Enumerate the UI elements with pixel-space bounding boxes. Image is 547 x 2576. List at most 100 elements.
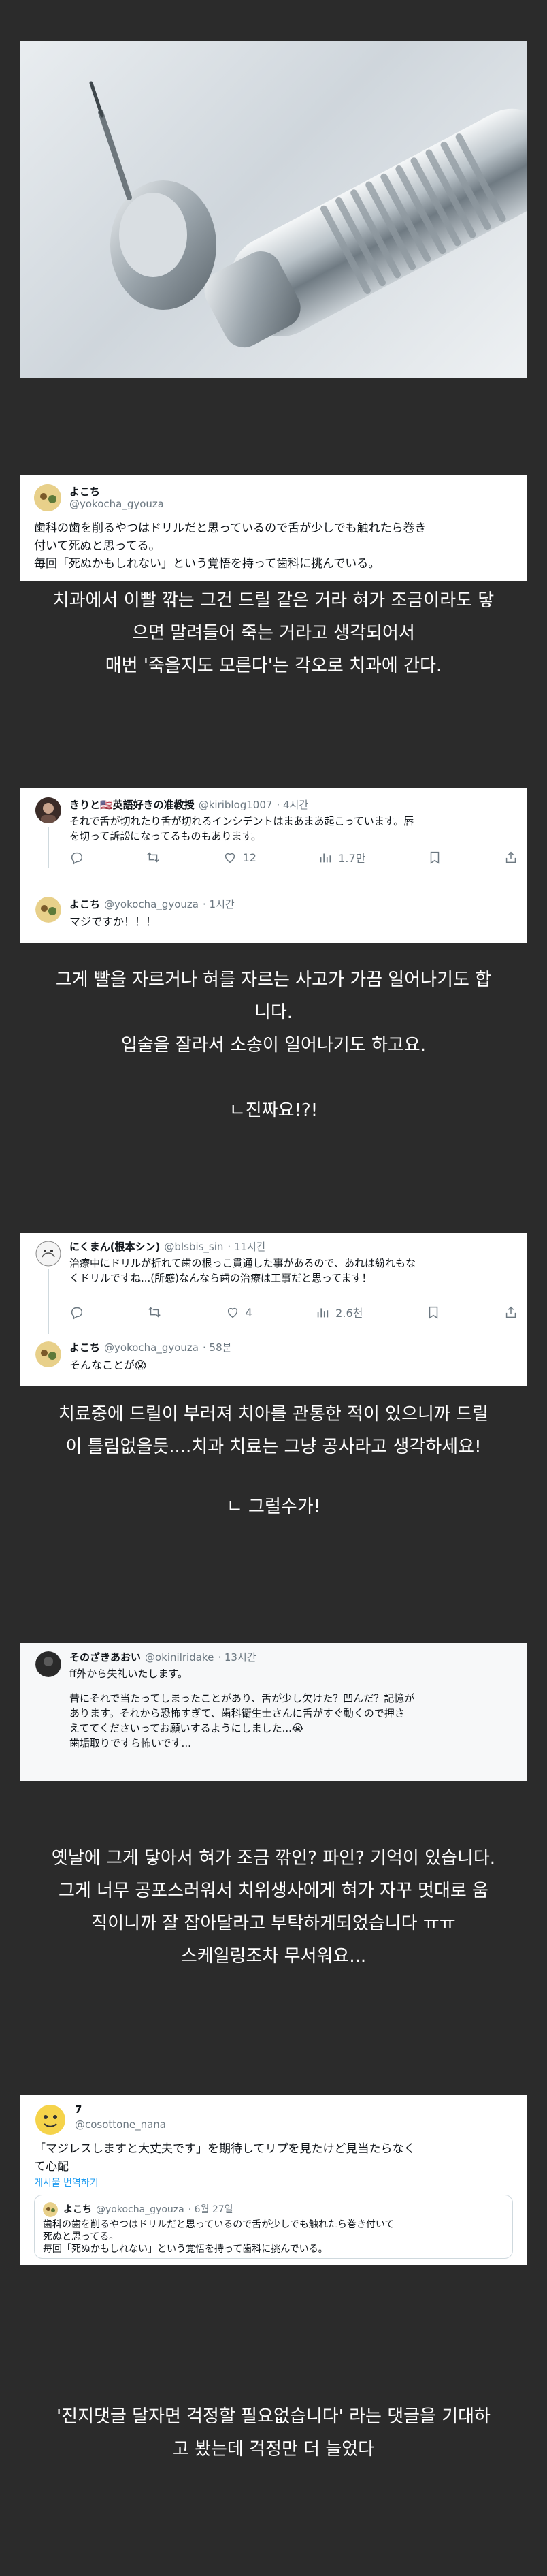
tweet-timestamp: · 11시간 (227, 1241, 266, 1253)
avatar-portrait-icon (35, 797, 61, 823)
translate-post-link[interactable]: 게시물 번역하기 (34, 2176, 99, 2189)
reply-text: そんなことが😱 (69, 1358, 146, 1371)
tweet-timestamp: · 13시간 (218, 1651, 256, 1664)
quoted-text: 歯科の歯を削るやつはドリルだと思っているので舌が少しでも触れたら巻き付いて 死ぬ… (43, 2219, 505, 2255)
tweet-header: にくまん(根本シン) @blsbis_sin · 11시간 (69, 1239, 266, 1254)
tweet-header: きりと🇺🇸英語好きの准教授 @kiriblog1007 · 4시간 (69, 797, 308, 812)
tweet-author-handle: @cosottone_nana (75, 2118, 166, 2131)
caption-line (0, 1062, 547, 1094)
tweet-card-2: きりと🇺🇸英語好きの准教授 @kiriblog1007 · 4시간 それで舌が切… (20, 788, 527, 943)
avatar (35, 797, 61, 823)
view-count: 1.7만 (338, 852, 366, 865)
tweet-header: そのざきあおい @okinilridake · 13시간 (69, 1650, 256, 1664)
quoted-timestamp: · 6월 27일 (188, 2204, 233, 2215)
heart-icon (225, 853, 235, 863)
view-count: 2.6천 (335, 1307, 363, 1320)
tweet-author-name: よこち (69, 486, 101, 498)
reply-text: マジですか！！！ (69, 915, 157, 928)
retweet-icon (147, 852, 160, 863)
caption-line: 매번 '죽을지도 모른다'는 각오로 치과에 간다. (105, 656, 442, 676)
views-button[interactable]: 1.7만 (318, 849, 365, 865)
reply-icon (71, 1307, 83, 1320)
tweet-line: それで舌が切れたり舌が切れるインシデントはまあまあ起こっています。唇 (69, 815, 414, 827)
tweet-line: を切って訴訟になってるものもあります。 (69, 830, 262, 842)
tweet-line: 付いて死ぬと思ってる。 (34, 539, 161, 553)
reply-timestamp: · 58분 (203, 1341, 232, 1354)
avatar-illustration-icon (35, 1341, 61, 1367)
views-button[interactable]: 2.6천 (315, 1304, 363, 1320)
avatar-smiley-icon (35, 2105, 65, 2135)
caption-line: 으면 말려들어 죽는 거라고 생각되어서 (132, 623, 415, 643)
caption-line: ㄴ진짜요!?! (229, 1100, 318, 1121)
avatar-dark-icon (35, 1651, 61, 1677)
tweet-line (69, 1681, 518, 1691)
thread-connector (48, 1269, 49, 1334)
quoted-line: 歯科の歯を削るやつはドリルだと思っているので舌が少しでも触れたら巻き付いて (43, 2219, 395, 2230)
like-button[interactable]: 12 (222, 849, 256, 865)
avatar (35, 1241, 61, 1267)
tweet-text: 治療中にドリルが折れて歯の根っこ貫通した事があるので、あれは紛れもな くドリルで… (69, 1256, 518, 1286)
avatar (34, 484, 61, 511)
retweet-button[interactable] (146, 849, 161, 865)
bookmark-button[interactable] (426, 1304, 441, 1320)
caption-5: '진지댓글 달자면 걱정할 필요없습니다' 라는 댓글을 기대하 고 봤는데 걱… (0, 2400, 547, 2466)
thread-connector (48, 827, 49, 868)
reply-timestamp: · 1시간 (203, 898, 235, 910)
bookmark-icon (430, 851, 439, 864)
tweet-card-1: よこち @yokocha_gyouza 歯科の歯を削るやつはドリルだと思っている… (20, 475, 527, 581)
quoted-header: よこち @yokocha_gyouza · 6월 27일 (63, 2202, 233, 2216)
quoted-tweet[interactable]: よこち @yokocha_gyouza · 6월 27일 歯科の歯を削るやつはド… (34, 2195, 513, 2259)
caption-line: ㄴ 그럴수가! (226, 1497, 321, 1517)
like-button[interactable]: 4 (225, 1304, 252, 1320)
tweet-actions: 4 2.6천 (69, 1304, 518, 1320)
quoted-line: 毎回「死ぬかもしれない」という覚悟を持って歯科に挑んでいる。 (43, 2244, 328, 2255)
reply-button[interactable] (69, 849, 84, 865)
tweet-card-4: そのざきあおい @okinilridake · 13시간 ff外から失礼いたしま… (20, 1643, 527, 1781)
avatar-illustration-icon (35, 897, 61, 923)
avatar (35, 897, 61, 923)
views-chart-icon (317, 1308, 329, 1318)
quoted-line: 死ぬと思ってる。 (43, 2231, 119, 2242)
caption-line: 그게 빨을 자르거나 혀를 자르는 사고가 가끔 일어나기도 합 (55, 970, 492, 990)
tweet-author-name: そのざきあおい (69, 1651, 142, 1664)
tweet-line: 「マジレスしますと大丈夫です」を期待してリプを見たけど見当たらなく (34, 2142, 416, 2156)
caption-line: 치과에서 이빨 깎는 그건 드릴 같은 거라 혀가 조금이라도 닿 (52, 590, 495, 611)
share-button[interactable] (503, 1304, 518, 1320)
caption-line: 고 봤는데 걱정만 더 늘었다 (172, 2439, 375, 2460)
tweet-line: えててくださいってお願いするようにしました...😭 (69, 1722, 304, 1734)
tweet-line: 歯科の歯を削るやつはドリルだと思っているので舌が少しでも触れたら巻き (34, 522, 427, 535)
avatar (34, 2103, 67, 2136)
tweet-text: 歯科の歯を削るやつはドリルだと思っているので舌が少しでも触れたら巻き 付いて死ぬ… (34, 520, 517, 573)
tweet-author-handle: @okinilridake (145, 1651, 214, 1664)
bookmark-button[interactable] (427, 849, 442, 865)
reply-button[interactable] (69, 1304, 84, 1320)
tweet-actions: 12 1.7만 (69, 849, 518, 865)
caption-4: 옛날에 그게 닿아서 혀가 조금 깎인? 파인? 기억이 있습니다. 그게 너무… (0, 1842, 547, 1973)
share-button[interactable] (503, 849, 518, 865)
caption-line: '진지댓글 달자면 걱정할 필요없습니다' 라는 댓글을 기대하 (56, 2406, 491, 2427)
caption-line: 치료중에 드릴이 부러져 치아를 관통한 적이 있으니까 드릴 (59, 1404, 488, 1425)
tweet-line: 昔にそれで当たってしまったことがあり、舌が少し欠けた？凹んだ？記憶が (69, 1692, 415, 1704)
reply-author-name: よこち (69, 898, 101, 910)
tweet-author-name: きりと🇺🇸英語好きの准教授 (69, 799, 195, 811)
like-count: 4 (245, 1305, 252, 1319)
tweet-card-5: 7 @cosottone_nana 「マジレスしますと大丈夫です」を期待してリプ… (20, 2095, 527, 2265)
tweet-line: 治療中にドリルが折れて歯の根っこ貫通した事があるので、あれは紛れもな (69, 1257, 416, 1269)
reply-header: よこち @yokocha_gyouza · 58분 (69, 1340, 231, 1354)
tweet-text: ff外から失礼いたします。 昔にそれで当たってしまったことがあり、舌が少し欠けた… (69, 1666, 518, 1751)
dental-drill-photo (20, 41, 527, 378)
avatar-illustration-icon (34, 484, 61, 511)
caption-line: 이 틀림없을듯....치과 치료는 그냥 공사라고 생각하세요! (65, 1437, 482, 1457)
tweet-line: あります。それから恐怖すぎて、歯科衛生士さんに舌がすぐ動くので押さ (69, 1707, 405, 1719)
dental-handpiece-illustration (89, 81, 527, 348)
avatar-illustration-icon (43, 2202, 58, 2217)
tweet-line: て心配 (34, 2160, 69, 2174)
bookmark-icon (429, 1306, 437, 1319)
retweet-icon (148, 1307, 161, 1318)
caption-line: 옛날에 그게 닿아서 혀가 조금 깎인? 파인? 기억이 있습니다. (51, 1848, 496, 1869)
retweet-button[interactable] (147, 1304, 162, 1320)
reply-author-handle: @yokocha_gyouza (104, 898, 199, 910)
avatar (35, 1651, 61, 1677)
tweet-author-handle: @kiriblog1007 (198, 799, 273, 811)
reply-header: よこち @yokocha_gyouza · 1시간 (69, 897, 235, 911)
